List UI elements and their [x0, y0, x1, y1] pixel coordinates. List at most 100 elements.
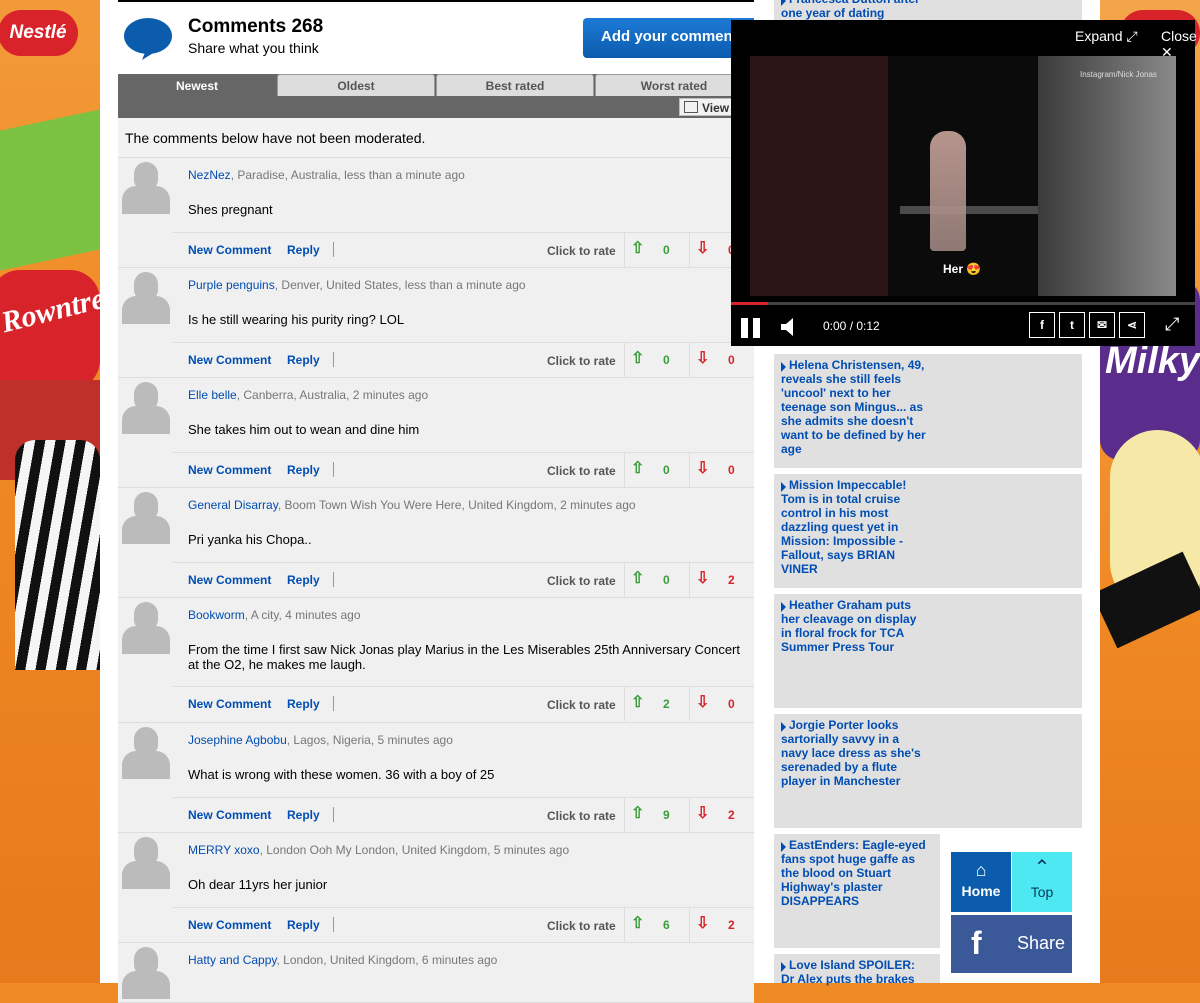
- related-article-link[interactable]: Francesca Dutton after one year of datin…: [774, 0, 1082, 20]
- up-votes: 9: [663, 808, 670, 822]
- new-comment-link[interactable]: New Comment: [188, 353, 271, 367]
- tab-worst-rated[interactable]: Worst rated: [595, 74, 753, 96]
- rate-down-button[interactable]: ⇩ 0: [689, 687, 753, 721]
- rate-up-button[interactable]: ⇧ 0: [624, 233, 688, 267]
- reply-link[interactable]: Reply: [287, 697, 320, 711]
- top-button[interactable]: ⌃ Top: [1012, 852, 1072, 912]
- comment-text: Oh dear 11yrs her junior: [188, 877, 328, 892]
- commenter-name[interactable]: Elle belle: [188, 388, 237, 402]
- rate-down-button[interactable]: ⇩ 0: [689, 453, 753, 487]
- home-button[interactable]: ⌂ Home: [951, 852, 1011, 912]
- new-comment-link[interactable]: New Comment: [188, 463, 271, 477]
- video-frame[interactable]: Instagram/Nick Jonas Her 😍: [750, 56, 1176, 296]
- related-article-link[interactable]: EastEnders: Eagle-eyed fans spot huge ga…: [774, 834, 940, 948]
- commenter-name[interactable]: NezNez: [188, 168, 231, 182]
- speech-bubble-icon: [124, 18, 172, 60]
- rate-down-button[interactable]: ⇩ 2: [689, 563, 753, 597]
- arrow-up-icon: ⇧: [631, 460, 645, 477]
- comment-actions: New Comment Reply Click to rate ⇧ 0 ⇩ 0: [173, 452, 754, 487]
- avatar: [119, 378, 173, 434]
- related-article-link[interactable]: Helena Christensen, 49, reveals she stil…: [774, 354, 1082, 468]
- twitter-share-icon[interactable]: t: [1059, 312, 1085, 338]
- comment-item: NezNez, Paradise, Australia, less than a…: [118, 158, 754, 268]
- arrow-up-icon: ⇧: [631, 350, 645, 367]
- rate-label: Click to rate: [547, 354, 616, 368]
- comment-meta: Purple penguins, Denver, United States, …: [188, 278, 526, 292]
- tab-oldest[interactable]: Oldest: [277, 74, 435, 96]
- video-progress-bar[interactable]: [731, 302, 1195, 305]
- comment-meta: Hatty and Cappy, London, United Kingdom,…: [188, 953, 498, 967]
- rate-up-button[interactable]: ⇧ 9: [624, 798, 688, 832]
- view-label: View: [702, 101, 730, 115]
- new-comment-link[interactable]: New Comment: [188, 243, 271, 257]
- divider: [333, 352, 334, 367]
- related-article-link[interactable]: Mission Impeccable! Tom is in total crui…: [774, 474, 1082, 588]
- rate-up-button[interactable]: ⇧ 6: [624, 908, 688, 942]
- down-votes: 0: [728, 353, 735, 367]
- reply-link[interactable]: Reply: [287, 243, 320, 257]
- avatar: [119, 943, 173, 999]
- add-comment-button[interactable]: Add your comment: [583, 18, 754, 58]
- video-player[interactable]: Expand ⤢ Close ✕ Instagram/Nick Jonas He…: [731, 20, 1197, 346]
- rate-up-button[interactable]: ⇧ 2: [624, 687, 688, 721]
- pause-button[interactable]: [741, 318, 761, 338]
- facebook-icon: f: [971, 925, 982, 961]
- rate-up-button[interactable]: ⇧ 0: [624, 343, 688, 377]
- reply-link[interactable]: Reply: [287, 463, 320, 477]
- reply-link[interactable]: Reply: [287, 573, 320, 587]
- reply-link[interactable]: Reply: [287, 918, 320, 932]
- down-votes: 2: [728, 918, 735, 932]
- rate-label: Click to rate: [547, 698, 616, 712]
- article-headline: Mission Impeccable! Tom is in total crui…: [781, 478, 907, 576]
- related-article-link[interactable]: Jorgie Porter looks sartorially savvy in…: [774, 714, 1082, 828]
- arrow-down-icon: ⇩: [696, 350, 710, 367]
- commenter-name[interactable]: Hatty and Cappy: [188, 953, 277, 967]
- new-comment-link[interactable]: New Comment: [188, 808, 271, 822]
- rate-down-button[interactable]: ⇩ 2: [689, 798, 753, 832]
- left-advert[interactable]: Nestlé Rowntree's: [0, 0, 100, 983]
- divider: [118, 0, 754, 2]
- divider: [333, 242, 334, 257]
- share-icon[interactable]: ⋖: [1119, 312, 1145, 338]
- fullscreen-icon[interactable]: ⤢: [1165, 314, 1187, 336]
- new-comment-link[interactable]: New Comment: [188, 573, 271, 587]
- comment-meta: Elle belle, Canberra, Australia, 2 minut…: [188, 388, 429, 402]
- down-votes: 2: [728, 573, 735, 587]
- rate-up-button[interactable]: ⇧ 0: [624, 453, 688, 487]
- comments-subtitle: Share what you think: [188, 40, 319, 56]
- video-time: 0:00 / 0:12: [823, 319, 880, 333]
- facebook-share-button[interactable]: f Share: [951, 915, 1072, 973]
- tab-best-rated[interactable]: Best rated: [436, 74, 594, 96]
- reply-link[interactable]: Reply: [287, 808, 320, 822]
- commenter-name[interactable]: Purple penguins: [188, 278, 275, 292]
- commenter-name[interactable]: Josephine Agbobu: [188, 733, 287, 747]
- commenter-name[interactable]: Bookworm: [188, 608, 245, 622]
- article-headline: Jorgie Porter looks sartorially savvy in…: [781, 718, 921, 788]
- reply-link[interactable]: Reply: [287, 353, 320, 367]
- rate-down-button[interactable]: ⇩ 0: [689, 343, 753, 377]
- related-article-link[interactable]: Love Island SPOILER: Dr Alex puts the br…: [774, 954, 940, 986]
- new-comment-link[interactable]: New Comment: [188, 697, 271, 711]
- rate-up-button[interactable]: ⇧ 0: [624, 563, 688, 597]
- volume-icon[interactable]: [781, 318, 797, 336]
- up-votes: 0: [663, 243, 670, 257]
- video-person: [930, 131, 966, 251]
- new-comment-link[interactable]: New Comment: [188, 918, 271, 932]
- expand-button[interactable]: Expand ⤢: [1075, 28, 1138, 45]
- avatar: [119, 158, 173, 214]
- related-article-link[interactable]: Heather Graham puts her cleavage on disp…: [774, 594, 1082, 708]
- comment-meta: Josephine Agbobu, Lagos, Nigeria, 5 minu…: [188, 733, 453, 747]
- divider: [333, 572, 334, 587]
- arrow-down-icon: ⇩: [696, 240, 710, 257]
- arrow-up-icon: ⇧: [631, 570, 645, 587]
- comment-text: She takes him out to wean and dine him: [188, 422, 420, 437]
- commenter-name[interactable]: General Disarray: [188, 498, 278, 512]
- rate-down-button[interactable]: ⇩ 2: [689, 908, 753, 942]
- facebook-share-icon[interactable]: f: [1029, 312, 1055, 338]
- email-share-icon[interactable]: ✉: [1089, 312, 1115, 338]
- tab-newest[interactable]: Newest: [118, 74, 276, 96]
- arrow-down-icon: ⇩: [696, 570, 710, 587]
- comment-item: Josephine Agbobu, Lagos, Nigeria, 5 minu…: [118, 723, 754, 833]
- commenter-name[interactable]: MERRY xoxo: [188, 843, 260, 857]
- milky-logo: Milky: [1105, 340, 1200, 382]
